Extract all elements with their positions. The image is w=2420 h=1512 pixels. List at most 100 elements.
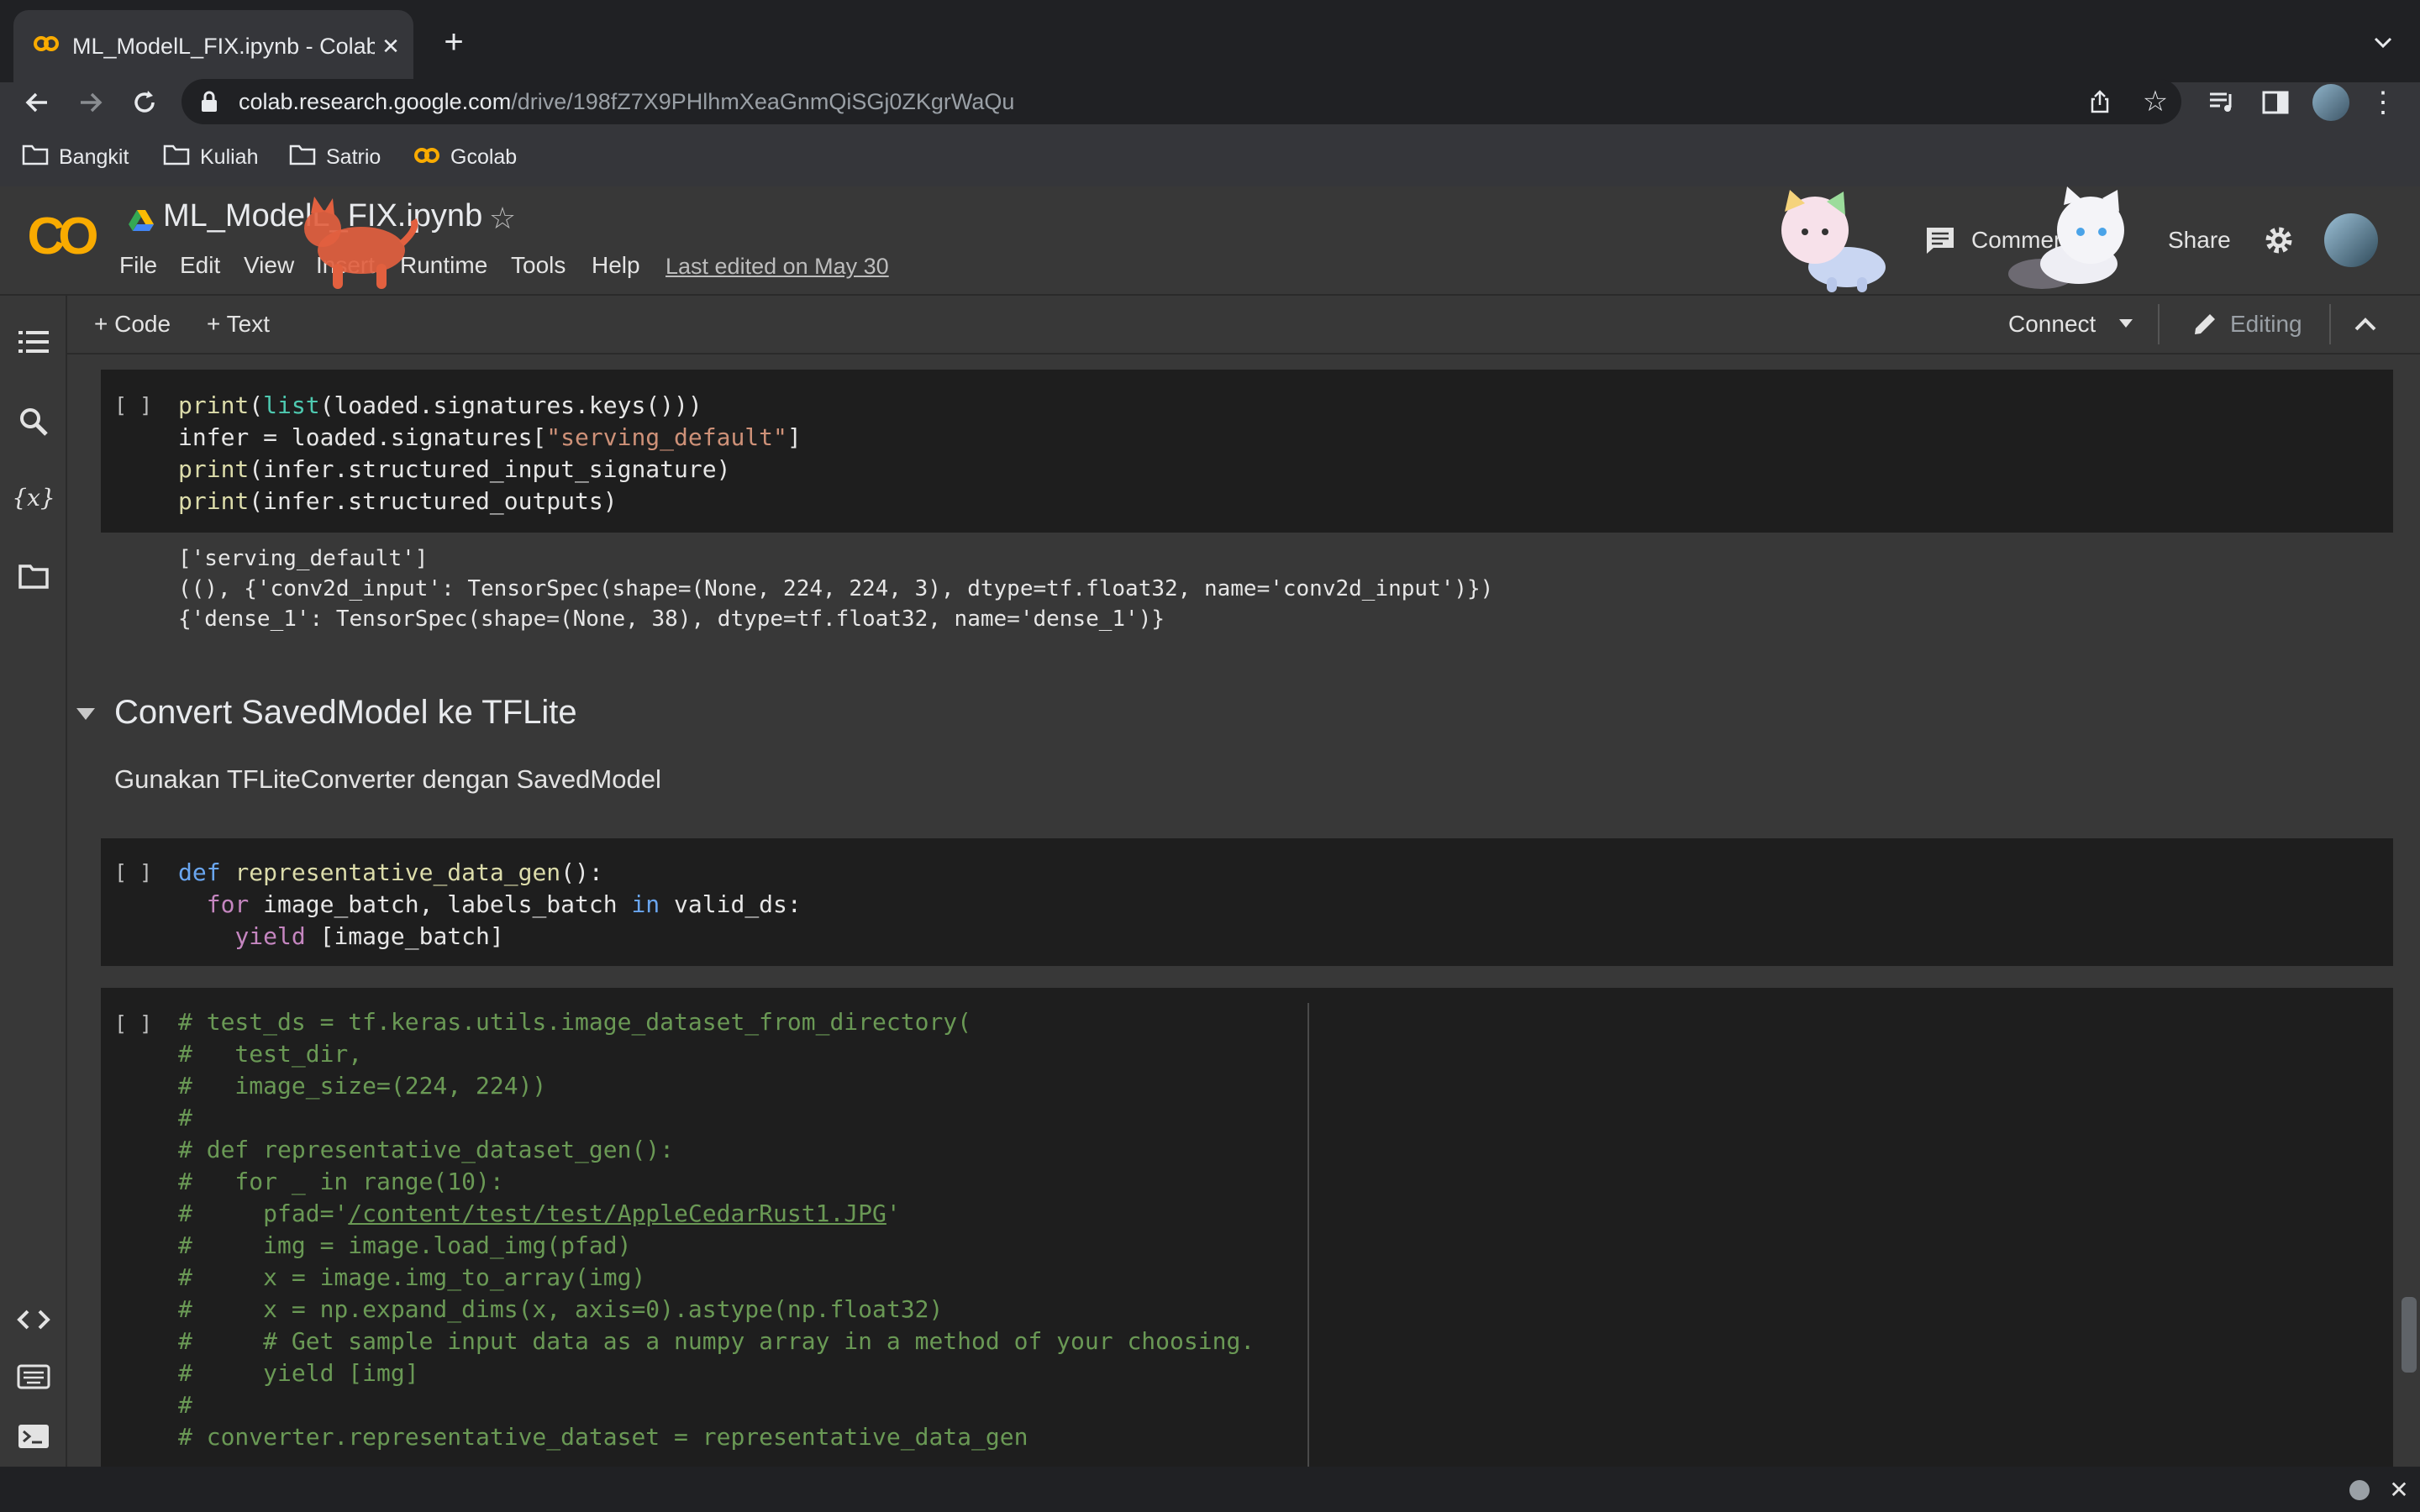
- drive-icon: [128, 208, 155, 232]
- output-line: {'dense_1': TensorSpec(shape=(None, 38),…: [178, 606, 1165, 632]
- editor-ruler: [1307, 1003, 1309, 1467]
- run-cell-button[interactable]: [ ]: [114, 393, 152, 417]
- code-line: print(list(loaded.signatures.keys())): [178, 391, 702, 419]
- bookmark-label: Bangkit: [59, 144, 129, 169]
- comment-line: # test_dir,: [178, 1040, 363, 1068]
- file-path-link[interactable]: /content/test/test/AppleCedarRust1.JPG: [348, 1200, 886, 1227]
- code-line: print(infer.structured_outputs): [178, 487, 618, 515]
- comment-line: # converter.representative_dataset = rep…: [178, 1423, 1028, 1451]
- new-tab-icon[interactable]: +: [435, 24, 472, 60]
- pencil-icon: [2190, 309, 2220, 339]
- colab-favicon: [34, 35, 59, 52]
- output-line: ((), {'conv2d_input': TensorSpec(shape=(…: [178, 576, 1494, 601]
- comment-line: # yield [img]: [178, 1359, 419, 1387]
- url-text: colab.research.google.com/drive/198fZ7X9…: [239, 89, 1015, 114]
- comment-line: #: [178, 1104, 192, 1131]
- search-icon[interactable]: [18, 407, 49, 437]
- colab-logo[interactable]: CO: [22, 205, 99, 267]
- add-code-button[interactable]: + Code: [94, 302, 171, 346]
- chevron-up-icon[interactable]: [2353, 312, 2378, 336]
- menu-file[interactable]: File: [119, 252, 157, 279]
- close-icon[interactable]: ✕: [376, 32, 405, 60]
- bookmark-label: Gcolab: [450, 144, 518, 169]
- comment-line: # def representative_dataset_gen():: [178, 1136, 675, 1163]
- variables-icon[interactable]: {x}: [12, 480, 55, 514]
- collapse-caret-icon[interactable]: [74, 706, 97, 722]
- terminal-icon[interactable]: [17, 1423, 50, 1450]
- code-cell[interactable]: [ ] # test_ds = tf.keras.utils.image_dat…: [101, 988, 2393, 1467]
- command-palette-icon[interactable]: [17, 1364, 50, 1389]
- section-heading: Convert SavedModel ke TFLite: [114, 694, 577, 731]
- share-page-icon[interactable]: [2087, 89, 2112, 114]
- add-text-button[interactable]: + Text: [207, 302, 270, 346]
- code-line: yield [image_batch]: [234, 922, 504, 950]
- lock-icon: [200, 91, 218, 113]
- reload-icon[interactable]: [129, 87, 160, 118]
- status-bar: [0, 1467, 2420, 1512]
- colab-favicon: [413, 145, 440, 170]
- section-text: Gunakan TFLiteConverter dengan SavedMode…: [114, 764, 661, 794]
- run-cell-button[interactable]: [ ]: [114, 860, 152, 885]
- bookmark-label: Satrio: [326, 144, 381, 169]
- scrollbar-thumb[interactable]: [2402, 1297, 2417, 1373]
- code-cell[interactable]: [ ] def representative_data_gen(): for i…: [101, 838, 2393, 966]
- star-icon[interactable]: ☆: [486, 201, 519, 235]
- code-line: infer = loaded.signatures["serving_defau…: [178, 423, 802, 451]
- comment-line: # img = image.load_img(pfad): [178, 1231, 632, 1259]
- kebab-menu-icon[interactable]: ⋮: [2369, 84, 2397, 121]
- cell-output: ['serving_default'] ((), {'conv2d_input'…: [101, 533, 2393, 642]
- close-icon[interactable]: ✕: [2386, 1475, 2412, 1504]
- browser-tab[interactable]: ML_ModelL_FIX.ipynb - Colab ✕: [13, 10, 413, 82]
- media-icon[interactable]: [2207, 87, 2237, 118]
- tab-title: ML_ModelL_FIX.ipynb - Colab: [72, 34, 375, 59]
- share-button[interactable]: Share: [2168, 227, 2231, 254]
- folder-icon: [289, 144, 316, 171]
- code-cell[interactable]: [ ] print(list(loaded.signatures.keys())…: [101, 370, 2393, 533]
- profile-avatar[interactable]: [2312, 84, 2349, 121]
- toc-icon[interactable]: [18, 329, 49, 354]
- bookmark-kuliah[interactable]: Kuliah: [163, 133, 259, 181]
- toolbar-divider: [2158, 304, 2160, 344]
- left-sidebar: [0, 296, 67, 1467]
- comment-line: #: [178, 1391, 192, 1419]
- menu-help[interactable]: Help: [592, 252, 640, 279]
- toolbar-divider: [2329, 304, 2331, 344]
- code-snippets-icon[interactable]: [17, 1307, 50, 1332]
- corgi-sticker: [296, 195, 422, 294]
- cat-sticker: [1995, 186, 2143, 294]
- chevron-down-icon[interactable]: [2118, 318, 2134, 329]
- menu-edit[interactable]: Edit: [180, 252, 220, 279]
- comment-line: # x = np.expand_dims(x, axis=0).astype(n…: [178, 1295, 944, 1323]
- bookmark-bangkit[interactable]: Bangkit: [22, 133, 129, 181]
- last-edited-link[interactable]: Last edited on May 30: [666, 254, 889, 280]
- comment-line: # for _ in range(10):: [178, 1168, 504, 1195]
- folder-icon: [163, 144, 190, 171]
- comment-text: ': [886, 1200, 901, 1227]
- tab-list-icon[interactable]: [2371, 30, 2395, 54]
- connect-button[interactable]: Connect: [2008, 302, 2096, 346]
- address-bar[interactable]: colab.research.google.com/drive/198fZ7X9…: [182, 79, 2181, 124]
- menu-view[interactable]: View: [244, 252, 294, 279]
- menu-tools[interactable]: Tools: [511, 252, 566, 279]
- cat-sticker: [1776, 186, 1902, 294]
- code-line: def representative_data_gen():: [178, 858, 603, 886]
- settings-icon[interactable]: [2262, 223, 2296, 257]
- bookmark-satrio[interactable]: Satrio: [289, 133, 381, 181]
- comment-icon[interactable]: [1924, 225, 1956, 255]
- editing-status[interactable]: Editing: [2230, 302, 2302, 346]
- bookmark-gcolab[interactable]: Gcolab: [413, 133, 517, 181]
- comment-line: # image_size=(224, 224)): [178, 1072, 547, 1100]
- star-icon[interactable]: ☆: [2139, 86, 2171, 118]
- comment-line: # pfad='/content/test/test/AppleCedarRus…: [178, 1200, 901, 1227]
- bookmark-label: Kuliah: [200, 144, 259, 169]
- status-dot-icon: [2349, 1480, 2370, 1500]
- sidepanel-icon[interactable]: [2260, 87, 2291, 118]
- files-icon[interactable]: [18, 563, 49, 590]
- forward-icon[interactable]: [76, 87, 106, 118]
- folder-icon: [22, 144, 49, 171]
- run-cell-button[interactable]: [ ]: [114, 1011, 152, 1036]
- back-icon[interactable]: [22, 87, 52, 118]
- account-avatar[interactable]: [2324, 213, 2378, 267]
- comment-line: # # Get sample input data as a numpy arr…: [178, 1327, 1255, 1355]
- code-line: print(infer.structured_input_signature): [178, 455, 731, 483]
